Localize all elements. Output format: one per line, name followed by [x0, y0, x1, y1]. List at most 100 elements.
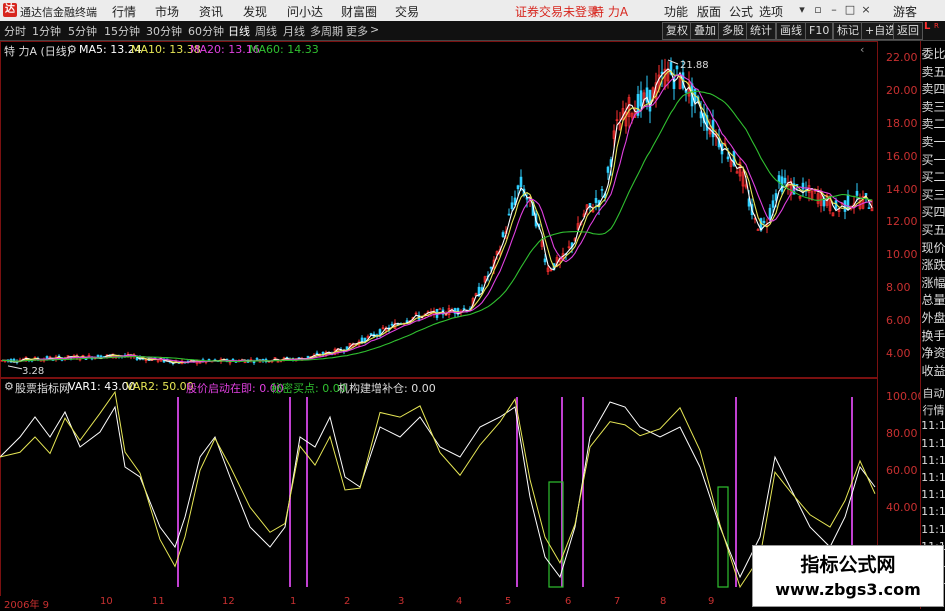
chevron-right-icon[interactable]: > — [370, 23, 379, 36]
period-multi[interactable]: 多周期 — [310, 23, 343, 39]
high-marker-line — [667, 59, 679, 65]
candle-body — [501, 232, 505, 238]
mark-button[interactable]: 标记 — [833, 22, 863, 40]
sidebar-tick-item[interactable]: 行情 — [921, 402, 945, 418]
login-notice[interactable]: 证券交易未登录 — [515, 3, 599, 20]
menu-options[interactable]: 选项 — [759, 3, 783, 20]
candle-body — [315, 352, 319, 355]
sidebar-tick-item[interactable]: 11:1 — [921, 471, 945, 484]
sidebar-tick-item[interactable]: 自动 — [921, 385, 945, 401]
stats-button[interactable]: 统计 — [746, 22, 776, 40]
candle-body — [771, 200, 775, 208]
sidebar-item[interactable]: 买五 — [921, 221, 945, 238]
period-15min[interactable]: 15分钟 — [104, 23, 140, 39]
period-30min[interactable]: 30分钟 — [146, 23, 182, 39]
corner-label: L — [924, 21, 931, 32]
menu-market-quotes[interactable]: 行情 — [112, 3, 136, 20]
restore-icon[interactable]: ▫ — [810, 3, 826, 17]
menu-formula[interactable]: 公式 — [729, 3, 753, 20]
pin-icon[interactable]: ▾ — [794, 3, 810, 17]
indicator-tick-label: 80.00 — [886, 427, 918, 440]
sidebar-tick-item[interactable]: 11:1 — [921, 419, 945, 432]
price-tick-label: 8.00 — [886, 281, 911, 295]
sidebar-tick-item[interactable]: 11:1 — [921, 488, 945, 501]
high-price-label: 21.88 — [680, 60, 709, 71]
current-stock: 特 力A — [592, 5, 629, 19]
sidebar-item[interactable]: 收益 — [921, 362, 945, 379]
sidebar-item[interactable]: 买三 — [921, 186, 945, 203]
sidebar-tick-item[interactable]: 11:1 — [921, 505, 945, 518]
sidebar-item[interactable]: 买一 — [921, 151, 945, 168]
menu-layout[interactable]: 版面 — [697, 3, 721, 20]
multistock-button[interactable]: 多股 — [718, 22, 748, 40]
period-more[interactable]: 更多 — [346, 23, 368, 39]
sidebar-item[interactable]: 委比 — [921, 45, 945, 62]
menu-wealth[interactable]: 财富圈 — [341, 3, 377, 20]
sidebar-item[interactable]: 总量 — [921, 291, 945, 308]
indicator-chart[interactable] — [0, 377, 876, 596]
sidebar-item[interactable]: 涨跌 — [921, 256, 945, 273]
sidebar-item[interactable]: 换手 — [921, 327, 945, 344]
date-tick-label: 2 — [344, 596, 351, 607]
sidebar-item[interactable]: 卖二 — [921, 115, 945, 132]
menu-functions[interactable]: 功能 — [664, 3, 688, 20]
date-tick-label: 11 — [152, 596, 165, 607]
price-tick-label: 10.00 — [886, 248, 918, 262]
date-tick-label: 12 — [222, 596, 235, 607]
sidebar-item[interactable]: 现价 — [921, 239, 945, 256]
menu-trade[interactable]: 交易 — [395, 3, 419, 20]
title-bar: 达 通达信金融终端 行情 市场 资讯 发现 问小达 财富圈 交易 证券交易未登录… — [0, 0, 945, 22]
candle-body — [639, 90, 643, 107]
candle-body — [438, 308, 442, 311]
period-monthly[interactable]: 月线 — [283, 23, 305, 39]
indicator-tick-label: 100.00 — [886, 390, 925, 403]
period-5min[interactable]: 5分钟 — [68, 23, 97, 39]
guest-label[interactable]: 游客 — [893, 3, 917, 20]
sidebar-tick-item[interactable]: 11:1 — [921, 454, 945, 467]
f10-button[interactable]: F10 — [805, 22, 834, 40]
date-tick-label: 5 — [505, 596, 512, 607]
sidebar-item[interactable]: 买四 — [921, 203, 945, 220]
draw-button[interactable]: 画线 — [776, 22, 806, 40]
sidebar-tick-item[interactable]: 11:1 — [921, 437, 945, 450]
adjust-button[interactable]: 复权 — [662, 22, 692, 40]
overlay-button[interactable]: 叠加 — [690, 22, 720, 40]
maximize-icon[interactable]: □ — [842, 3, 858, 17]
menu-ask[interactable]: 问小达 — [287, 3, 323, 20]
watermark-url: www.zbgs3.com — [775, 580, 921, 599]
candle-body — [855, 190, 859, 196]
secret-buy-box — [717, 486, 729, 588]
sidebar-item[interactable]: 买二 — [921, 168, 945, 185]
sidebar-item[interactable]: 卖五 — [921, 63, 945, 80]
candle-body — [675, 65, 679, 70]
candle-body — [864, 193, 868, 196]
sidebar-item[interactable]: 涨幅 — [921, 274, 945, 291]
close-icon[interactable]: × — [858, 3, 874, 17]
period-weekly[interactable]: 周线 — [255, 23, 277, 39]
sidebar-item[interactable]: 卖一 — [921, 133, 945, 150]
menu-discover[interactable]: 发现 — [243, 3, 267, 20]
sidebar-item[interactable]: 外盘 — [921, 309, 945, 326]
candle-body — [594, 198, 598, 203]
ma60-line — [1, 90, 873, 362]
candle-body — [516, 185, 520, 190]
period-1min[interactable]: 1分钟 — [32, 23, 61, 39]
watermark-title: 指标公式网 — [800, 554, 896, 576]
period-60min[interactable]: 60分钟 — [188, 23, 224, 39]
candle-body — [390, 323, 394, 326]
sidebar-item[interactable]: 卖四 — [921, 80, 945, 97]
candlestick-chart[interactable]: 21.88 3.28 — [0, 41, 876, 377]
candle-body — [543, 258, 547, 263]
sidebar-item[interactable]: 卖三 — [921, 98, 945, 115]
minimize-icon[interactable]: – — [826, 3, 842, 17]
sidebar-item[interactable]: 净资 — [921, 344, 945, 361]
back-button[interactable]: 返回 — [893, 22, 923, 40]
candle-body — [783, 177, 787, 184]
period-daily[interactable]: 日线 — [228, 23, 250, 39]
menu-news[interactable]: 资讯 — [199, 3, 223, 20]
sidebar-tick-item[interactable]: 11:1 — [921, 523, 945, 536]
period-timeshare[interactable]: 分时 — [4, 23, 26, 39]
price-tick-label: 12.00 — [886, 215, 918, 229]
app-title: 通达信金融终端 — [20, 6, 97, 19]
menu-market[interactable]: 市场 — [155, 3, 179, 20]
